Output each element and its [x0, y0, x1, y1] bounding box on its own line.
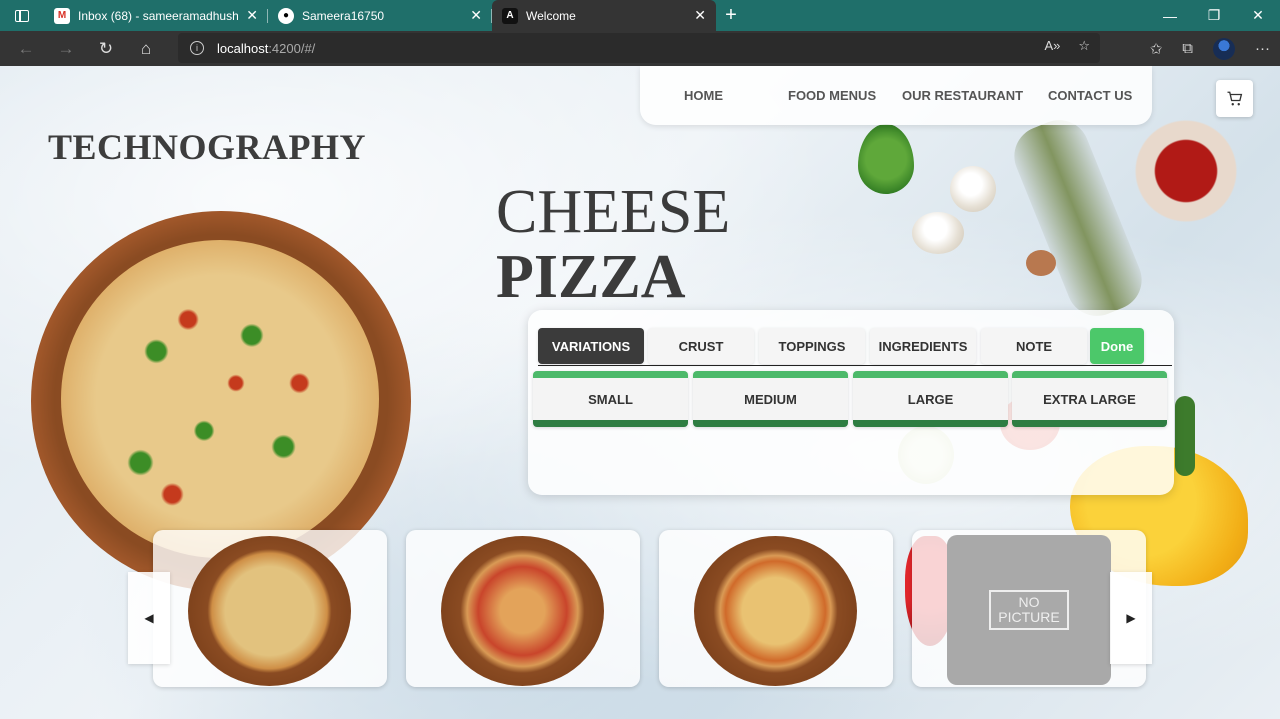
- size-medium-button[interactable]: MEDIUM: [693, 371, 848, 427]
- cart-icon: [1227, 91, 1242, 105]
- cheese-pizza-image: [61, 240, 379, 558]
- spice-image: [1026, 250, 1056, 276]
- browser-tab-welcome[interactable]: A Welcome ✕: [492, 0, 716, 31]
- address-bar[interactable]: i localhost:4200/#/: [178, 33, 1100, 63]
- seeds-jar-image: [1005, 111, 1151, 325]
- site-info-icon[interactable]: i: [190, 41, 204, 55]
- tab-note[interactable]: NOTE: [981, 328, 1087, 364]
- toolbar-right-icons: ✩ ⧉ ···: [1150, 31, 1270, 66]
- more-menu-icon[interactable]: ···: [1255, 40, 1270, 57]
- browser-tab-github[interactable]: ● Sameera16750 ✕: [268, 0, 492, 31]
- nav-food-menus[interactable]: FOOD MENUS: [788, 88, 876, 103]
- tab-divider: [538, 365, 1172, 366]
- browser-toolbar: ← → ↻ ⌂ i localhost:4200/#/ A» ☆ ✩ ⧉ ···: [0, 31, 1280, 66]
- brand-logo-text: TECHNOGRAPHY: [48, 127, 367, 167]
- cart-button[interactable]: [1216, 80, 1253, 117]
- no-picture-placeholder[interactable]: NO PICTURE: [947, 535, 1111, 685]
- tab-title: Welcome: [526, 8, 576, 23]
- size-extra-large-button[interactable]: EXTRA LARGE: [1012, 371, 1167, 427]
- options-tab-bar: VARIATIONS CRUST TOPPINGS INGREDIENTS NO…: [538, 328, 1174, 366]
- refresh-icon[interactable]: ↻: [86, 31, 126, 66]
- close-tab-icon[interactable]: ✕: [246, 7, 258, 24]
- forward-icon[interactable]: →: [46, 31, 86, 66]
- product-title-line1: CHEESE: [496, 178, 731, 246]
- basil-image: [858, 124, 914, 194]
- pepper-stem-image: [1175, 396, 1195, 476]
- minimize-icon[interactable]: —: [1148, 0, 1192, 31]
- add-favorite-icon[interactable]: ☆: [1078, 38, 1090, 54]
- tab-actions-button[interactable]: [0, 0, 44, 31]
- back-icon[interactable]: ←: [6, 31, 46, 66]
- tab-title: Sameera16750: [302, 8, 385, 23]
- close-tab-icon[interactable]: ✕: [470, 7, 482, 24]
- restore-icon[interactable]: ❐: [1192, 0, 1236, 31]
- nav-our-restaurant[interactable]: OUR RESTAURANT: [902, 88, 1023, 103]
- size-large-button[interactable]: LARGE: [853, 371, 1008, 427]
- pizza-thumbnail-image[interactable]: [694, 536, 857, 686]
- gmail-icon: M: [54, 7, 70, 24]
- pizza-thumbnail-image[interactable]: [188, 536, 351, 686]
- window-controls: — ❐ ✕: [1148, 0, 1280, 31]
- no-picture-line1: NO: [1018, 594, 1040, 611]
- github-icon: ●: [278, 7, 294, 24]
- url-host: localhost: [217, 40, 269, 56]
- nav-home[interactable]: HOME: [684, 88, 723, 103]
- tab-variations[interactable]: VARIATIONS: [538, 328, 644, 364]
- carousel-prev-button[interactable]: ◀: [128, 572, 170, 664]
- tab-crust[interactable]: CRUST: [648, 328, 754, 364]
- profile-avatar[interactable]: [1213, 37, 1235, 60]
- carousel-next-button[interactable]: ▶: [1110, 572, 1152, 664]
- caret-right-icon: ▶: [1126, 611, 1136, 625]
- close-window-icon[interactable]: ✕: [1236, 0, 1280, 31]
- tab-toppings[interactable]: TOPPINGS: [759, 328, 865, 364]
- tab-title: Inbox (68) - sameeramadhushan: [78, 8, 239, 23]
- caret-left-icon: ◀: [144, 611, 154, 625]
- favorites-icon[interactable]: ✩: [1150, 40, 1163, 58]
- page-viewport: TECHNOGRAPHY HOME FOOD MENUS OUR RESTAUR…: [0, 66, 1280, 719]
- done-button[interactable]: Done: [1090, 328, 1144, 364]
- browser-tab-bar: M Inbox (68) - sameeramadhushan ✕ ● Same…: [0, 0, 1280, 31]
- collections-icon[interactable]: ⧉: [1182, 40, 1193, 57]
- read-aloud-icon[interactable]: A»: [1044, 38, 1060, 54]
- home-icon[interactable]: ⌂: [126, 31, 166, 66]
- close-tab-icon[interactable]: ✕: [694, 7, 706, 24]
- browser-tab-gmail[interactable]: M Inbox (68) - sameeramadhushan ✕: [44, 0, 268, 31]
- top-navigation: HOME FOOD MENUS OUR RESTAURANT CONTACT U…: [640, 66, 1152, 125]
- ketchup-bowl-image: [1132, 112, 1240, 230]
- no-picture-label: NO PICTURE: [989, 590, 1069, 630]
- address-bar-icons: A» ☆: [1044, 38, 1090, 54]
- new-tab-button[interactable]: +: [716, 4, 746, 27]
- product-title-line2: PIZZA: [496, 243, 686, 311]
- url-path: :4200/#/: [268, 40, 316, 56]
- garlic-image: [950, 166, 996, 212]
- pizza-options-panel: VARIATIONS CRUST TOPPINGS INGREDIENTS NO…: [528, 310, 1174, 495]
- tab-ingredients[interactable]: INGREDIENTS: [870, 328, 976, 364]
- size-small-button[interactable]: SMALL: [533, 371, 688, 427]
- garlic-image: [912, 212, 964, 254]
- nav-contact-us[interactable]: CONTACT US: [1048, 88, 1132, 103]
- tab-actions-icon: [15, 9, 29, 22]
- no-picture-line2: PICTURE: [998, 609, 1060, 625]
- angular-icon: A: [502, 7, 518, 24]
- pizza-thumbnail-image[interactable]: [441, 536, 604, 686]
